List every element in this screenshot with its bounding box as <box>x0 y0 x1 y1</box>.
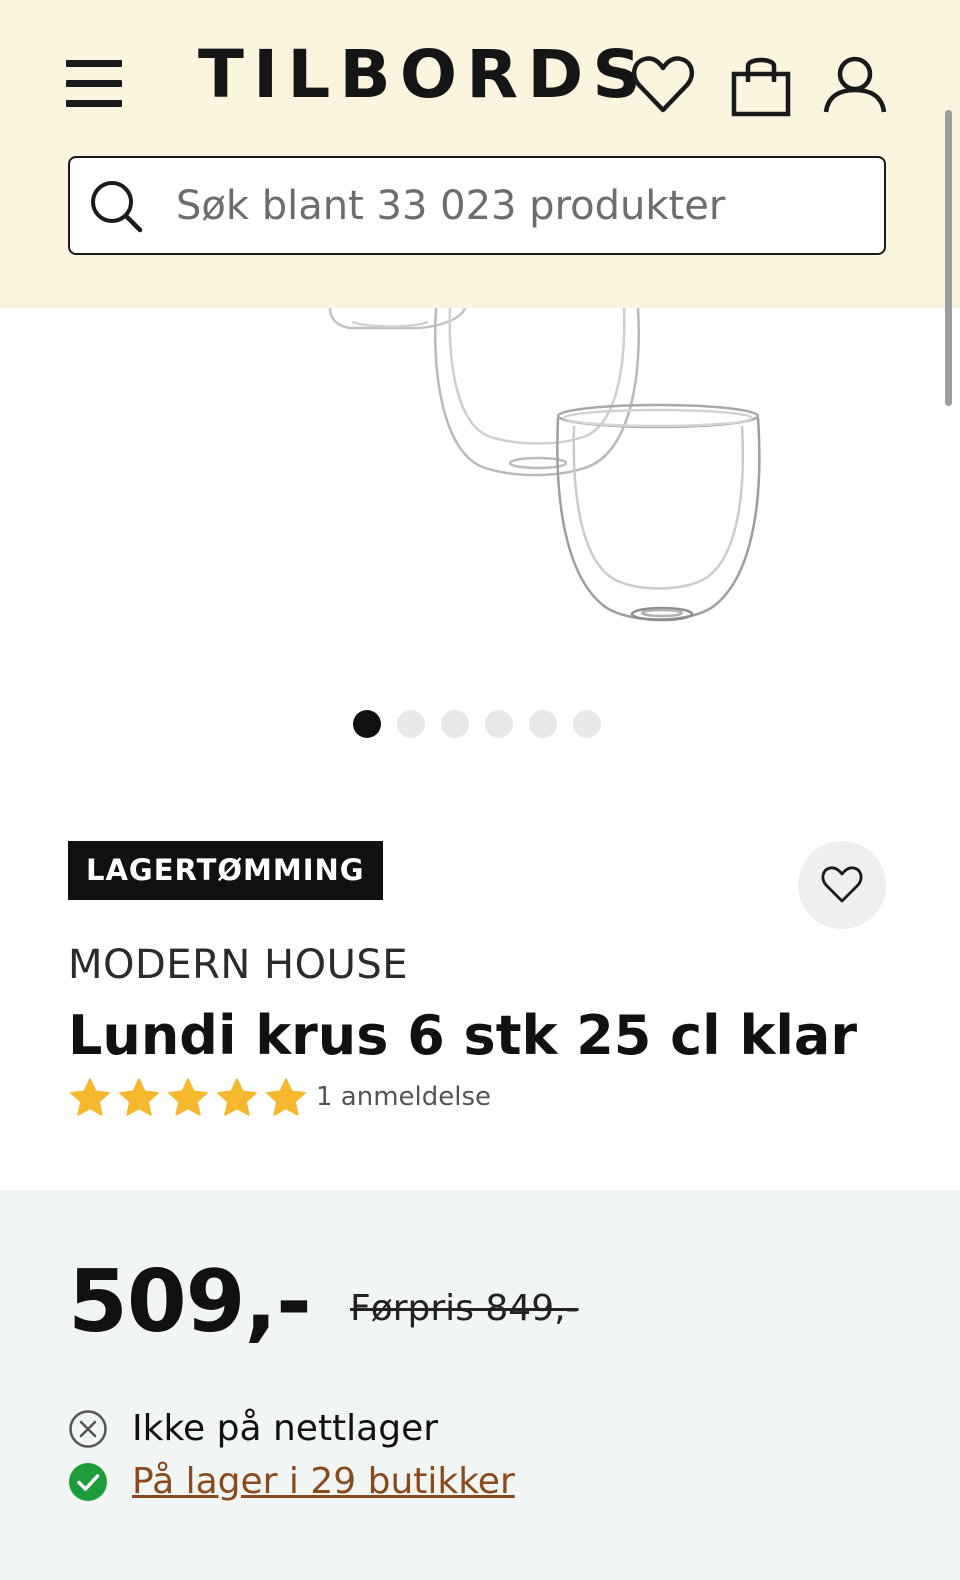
logo[interactable]: TILBORDS <box>198 42 650 108</box>
gallery-dot[interactable] <box>529 710 557 738</box>
search-input[interactable] <box>176 178 866 234</box>
gallery-dot[interactable] <box>441 710 469 738</box>
online-stock-label: Ikke på nettlager <box>132 1408 439 1449</box>
product-image[interactable] <box>0 308 960 778</box>
gallery-dot[interactable] <box>397 710 425 738</box>
heart-icon <box>821 866 863 903</box>
add-to-wishlist-button[interactable] <box>798 841 886 929</box>
star-icon <box>119 1078 159 1116</box>
product-brand[interactable]: MODERN HOUSE <box>68 942 408 988</box>
search-icon[interactable] <box>86 176 146 236</box>
gallery-pagination <box>353 710 601 738</box>
reviews-link[interactable]: 1 anmeldelse <box>316 1082 491 1112</box>
store-stock-link[interactable]: På lager i 29 butikker <box>132 1461 515 1502</box>
heart-icon[interactable] <box>630 52 696 118</box>
rating-stars[interactable] <box>68 1076 308 1120</box>
shopping-bag-icon[interactable] <box>728 52 794 118</box>
star-icon <box>266 1078 306 1116</box>
check-circle-icon <box>69 1462 107 1501</box>
store-stock-status: På lager i 29 butikker <box>68 1461 515 1502</box>
price-panel <box>0 1190 960 1580</box>
previous-price: Førpris 849,- <box>350 1288 579 1329</box>
clearance-badge: LAGERTØMMING <box>68 841 383 900</box>
star-icon <box>70 1078 110 1116</box>
online-stock-status: Ikke på nettlager <box>68 1408 438 1449</box>
x-circle-icon <box>69 1409 107 1448</box>
current-price: 509,- <box>68 1252 312 1352</box>
star-icon <box>217 1078 257 1116</box>
menu-icon[interactable] <box>66 58 124 110</box>
gallery-dot[interactable] <box>353 710 381 738</box>
search-bar <box>68 156 886 255</box>
product-title: Lundi krus 6 stk 25 cl klar <box>68 1004 857 1067</box>
user-icon[interactable] <box>822 52 888 118</box>
gallery-dot[interactable] <box>485 710 513 738</box>
site-header: TILBORDS <box>0 0 960 308</box>
star-icon <box>168 1078 208 1116</box>
gallery-dot[interactable] <box>573 710 601 738</box>
glass-mugs-image <box>328 308 761 622</box>
